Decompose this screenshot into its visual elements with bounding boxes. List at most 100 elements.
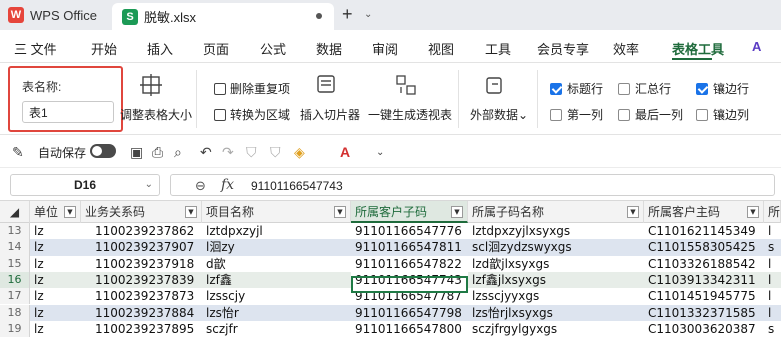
cell[interactable]: lzf鑫 bbox=[202, 272, 351, 288]
cell[interactable]: l bbox=[764, 223, 781, 239]
table-row[interactable]: 15 lz 1100239237918 d歆 91101166547822 lz… bbox=[0, 255, 781, 272]
table-row[interactable]: 13 lz 1100239237862 lztdpxzyjl 911011665… bbox=[0, 223, 781, 240]
font-color-icon[interactable]: A bbox=[340, 144, 350, 160]
unsaved-dot-icon[interactable] bbox=[316, 13, 322, 19]
cell[interactable]: C1101332371585 bbox=[644, 305, 764, 321]
menu-formula[interactable]: 公式 bbox=[260, 39, 286, 58]
cell[interactable]: lz bbox=[30, 305, 81, 321]
redo-icon[interactable]: ↷ bbox=[222, 144, 234, 161]
cell[interactable]: C1101621145349 bbox=[644, 223, 764, 239]
format-painter-icon[interactable]: ✎ bbox=[12, 144, 24, 161]
cell[interactable]: 1100239237839 bbox=[81, 272, 202, 288]
menu-insert[interactable]: 插入 bbox=[147, 39, 173, 58]
resize-table-button[interactable]: 调整表格大小 bbox=[120, 106, 192, 123]
first-column-checkbox[interactable]: 第一列 bbox=[550, 106, 603, 123]
cell[interactable]: 1100239237884 bbox=[81, 305, 202, 321]
checkbox-icon[interactable] bbox=[618, 82, 630, 95]
autosave-toggle[interactable] bbox=[90, 144, 116, 158]
table-row[interactable]: 19 lz 1100239237895 sczjfr 9110116654780… bbox=[0, 320, 781, 338]
filter-dropdown-icon[interactable]: ▼ bbox=[747, 206, 759, 218]
cell[interactable]: 91101166547800 bbox=[351, 321, 468, 337]
cell[interactable]: 1100239237862 bbox=[81, 223, 202, 239]
cell[interactable]: lz bbox=[30, 321, 81, 337]
header-row-checkbox[interactable]: 标题行 bbox=[550, 80, 603, 97]
cell[interactable]: C1103003620387 bbox=[644, 321, 764, 337]
ai-icon[interactable]: A bbox=[752, 39, 761, 54]
cell[interactable]: 91101166547811 bbox=[351, 239, 468, 255]
menu-data[interactable]: 数据 bbox=[316, 39, 342, 58]
row-number[interactable]: 17 bbox=[0, 288, 30, 305]
checkbox-icon[interactable] bbox=[618, 108, 630, 121]
cell[interactable]: l bbox=[764, 256, 781, 272]
last-column-checkbox[interactable]: 最后一列 bbox=[618, 106, 683, 123]
checkbox-checked-icon[interactable] bbox=[696, 82, 708, 95]
undo-icon[interactable]: ↶ bbox=[200, 144, 212, 161]
row-number[interactable]: 13 bbox=[0, 223, 30, 240]
table-row[interactable]: 18 lz 1100239237884 lzs怡r 91101166547798… bbox=[0, 304, 781, 321]
menu-home[interactable]: 开始 bbox=[91, 39, 117, 58]
filter-dropdown-icon[interactable]: ▼ bbox=[627, 206, 639, 218]
filter-dropdown-icon[interactable]: ▼ bbox=[451, 206, 463, 218]
row-number[interactable]: 18 bbox=[0, 304, 30, 321]
cell[interactable]: 91101166547798 bbox=[351, 305, 468, 321]
column-header-customer-maincode[interactable]: 所属客户主码 ▼ bbox=[644, 201, 764, 223]
table-name-input[interactable] bbox=[22, 101, 114, 123]
filter-dropdown-icon[interactable]: ▼ bbox=[334, 206, 346, 218]
column-header-partial[interactable]: 所 bbox=[764, 201, 781, 223]
cell[interactable]: lztdpxzyjlxsyxgs bbox=[468, 223, 644, 239]
table-row[interactable]: 14 lz 1100239237907 l洄zy 91101166547811 … bbox=[0, 239, 781, 256]
cell[interactable]: C1101451945775 bbox=[644, 288, 764, 304]
chevron-down-icon[interactable]: ⌄ bbox=[364, 9, 372, 20]
banded-columns-checkbox[interactable]: 镶边列 bbox=[696, 106, 749, 123]
cell[interactable]: l洄zy bbox=[202, 239, 351, 255]
cell[interactable]: 1100239237895 bbox=[81, 321, 202, 337]
fill-color-icon[interactable]: ◈ bbox=[294, 144, 305, 161]
cell[interactable]: lz bbox=[30, 256, 81, 272]
row-number[interactable]: 14 bbox=[0, 239, 30, 256]
print-icon[interactable]: ⎙ bbox=[152, 144, 163, 161]
cell[interactable]: scl洄zydzswyxgs bbox=[468, 239, 644, 255]
cell[interactable]: lz bbox=[30, 288, 81, 304]
cell[interactable]: lz bbox=[30, 239, 81, 255]
column-header-business-code[interactable]: 业务关系码 ▼ bbox=[81, 201, 202, 223]
more-options-icon[interactable]: ⌄ bbox=[376, 147, 384, 158]
cell[interactable]: lz bbox=[30, 223, 81, 239]
cell[interactable]: d歆 bbox=[202, 256, 351, 272]
cell[interactable]: lzsscjy bbox=[202, 288, 351, 304]
cell[interactable]: l bbox=[764, 272, 781, 288]
menu-member[interactable]: 会员专享 bbox=[537, 39, 589, 58]
insert-slicer-button[interactable]: 插入切片器 bbox=[300, 106, 360, 123]
row-number[interactable]: 16 bbox=[0, 271, 30, 289]
cell[interactable]: sczjfr bbox=[202, 321, 351, 337]
formula-input[interactable]: ⊖ fx 91101166547743 bbox=[170, 174, 775, 196]
cell[interactable]: 1100239237918 bbox=[81, 256, 202, 272]
menu-efficiency[interactable]: 效率 bbox=[613, 39, 639, 58]
column-header-subcode-name[interactable]: 所属子码名称 ▼ bbox=[468, 201, 644, 223]
cell[interactable]: lzsscjyyxgs bbox=[468, 288, 644, 304]
menu-page[interactable]: 页面 bbox=[203, 39, 229, 58]
cell[interactable]: lz bbox=[30, 272, 81, 288]
clear-filter-icon[interactable]: ⛉ bbox=[270, 144, 281, 161]
name-box[interactable]: D16 ⌄ bbox=[10, 174, 160, 196]
menu-tools[interactable]: 工具 bbox=[485, 39, 511, 58]
cell[interactable]: s bbox=[764, 239, 781, 255]
chevron-down-icon[interactable]: ⌄ bbox=[145, 175, 153, 195]
menu-table-tools[interactable]: 表格工具 bbox=[672, 39, 724, 58]
column-header-unit[interactable]: 单位 ▼ bbox=[30, 201, 81, 223]
cell[interactable]: C1103913342311 bbox=[644, 272, 764, 288]
cell[interactable]: 1100239237907 bbox=[81, 239, 202, 255]
menu-review[interactable]: 审阅 bbox=[372, 39, 398, 58]
convert-to-range-button[interactable]: 转换为区域 bbox=[214, 106, 290, 123]
remove-duplicates-button[interactable]: 删除重复项 bbox=[214, 80, 290, 97]
zoom-icon[interactable]: ⊖ bbox=[195, 178, 206, 194]
filter-icon[interactable]: ⛉ bbox=[246, 144, 257, 161]
column-header-customer-subcode[interactable]: 所属客户子码 ▼ bbox=[351, 201, 468, 223]
cell[interactable]: C1101558305425 bbox=[644, 239, 764, 255]
banded-rows-checkbox[interactable]: 镶边行 bbox=[696, 80, 749, 97]
cell[interactable]: sczjfrgylgyxgs bbox=[468, 321, 644, 337]
row-number[interactable]: 15 bbox=[0, 255, 30, 272]
cell[interactable]: lzs怡rjlxsyxgs bbox=[468, 305, 644, 321]
cell[interactable]: 1100239237873 bbox=[81, 288, 202, 304]
save-icon[interactable]: ▣ bbox=[130, 144, 143, 161]
external-data-button[interactable]: 外部数据⌄ bbox=[470, 106, 528, 123]
